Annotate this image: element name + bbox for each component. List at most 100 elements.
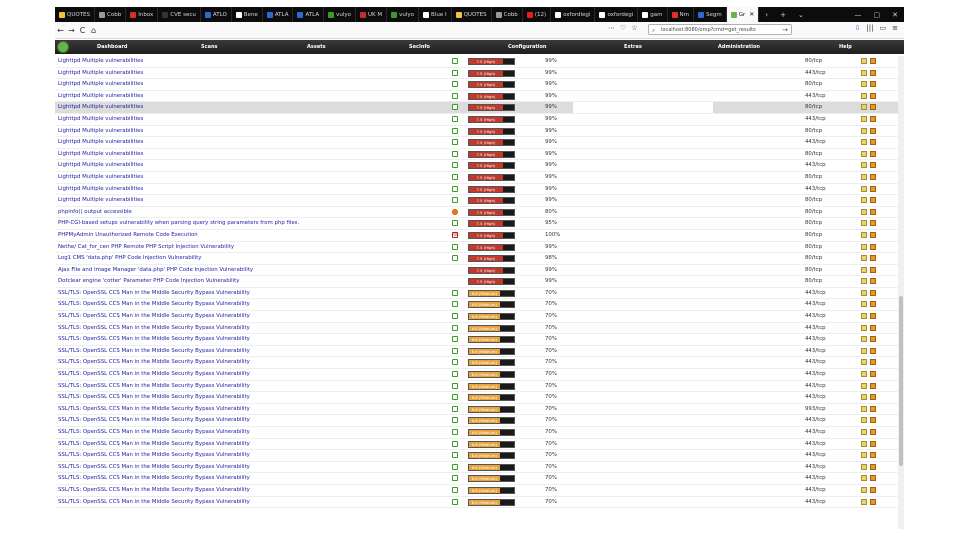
add-override-icon[interactable]: [870, 405, 876, 412]
vulnerability-link[interactable]: SSL/TLS: OpenSSL CCS Man in the Middle S…: [58, 290, 250, 296]
add-note-icon[interactable]: [861, 324, 867, 331]
vertical-scrollbar[interactable]: [898, 56, 904, 529]
browser-tab[interactable]: Cobb: [95, 7, 127, 22]
vulnerability-link[interactable]: Nethe/ Cat_for_cen PHP Remote PHP Script…: [58, 244, 234, 250]
add-note-icon[interactable]: [861, 475, 867, 482]
pocket-icon[interactable]: ♡: [620, 24, 626, 32]
add-note-icon[interactable]: [861, 243, 867, 250]
menu-secinfo[interactable]: SecInfo: [409, 44, 430, 50]
add-note-icon[interactable]: [861, 347, 867, 354]
add-note-icon[interactable]: [861, 452, 867, 459]
browser-tab[interactable]: QUOTES: [55, 7, 96, 22]
vulnerability-link[interactable]: Lighttpd Multiple vulnerabilities: [58, 186, 143, 192]
browser-tab[interactable]: Inbox: [126, 7, 159, 22]
url-text[interactable]: localhost:8080/omp?cmd=get_results: [661, 27, 756, 33]
vulnerability-link[interactable]: Lighttpd Multiple vulnerabilities: [58, 58, 143, 64]
add-note-icon[interactable]: [861, 394, 867, 401]
vulnerability-link[interactable]: SSL/TLS: OpenSSL CCS Man in the Middle S…: [58, 301, 250, 307]
vulnerability-link[interactable]: SSL/TLS: OpenSSL CCS Man in the Middle S…: [58, 441, 250, 447]
add-override-icon[interactable]: [870, 173, 876, 180]
vulnerability-link[interactable]: SSL/TLS: OpenSSL CCS Man in the Middle S…: [58, 394, 250, 400]
add-note-icon[interactable]: [861, 208, 867, 215]
add-override-icon[interactable]: [870, 243, 876, 250]
add-override-icon[interactable]: [870, 440, 876, 447]
add-override-icon[interactable]: [870, 69, 876, 76]
add-note-icon[interactable]: [861, 139, 867, 146]
go-arrow-icon[interactable]: →: [782, 26, 788, 34]
add-override-icon[interactable]: [870, 486, 876, 493]
add-note-icon[interactable]: [861, 278, 867, 285]
add-override-icon[interactable]: [870, 347, 876, 354]
sidebar-icon[interactable]: ▭: [880, 24, 887, 32]
add-override-icon[interactable]: [870, 278, 876, 285]
add-override-icon[interactable]: [870, 266, 876, 273]
add-override-icon[interactable]: [870, 197, 876, 204]
maximize-button[interactable]: ▢: [868, 11, 887, 19]
menu-administration[interactable]: Administration: [718, 44, 760, 50]
browser-tab[interactable]: CVE secu: [158, 7, 201, 22]
vulnerability-link[interactable]: SSL/TLS: OpenSSL CCS Man in the Middle S…: [58, 464, 250, 470]
app-logo-icon[interactable]: [57, 41, 69, 53]
menu-extras[interactable]: Extras: [624, 44, 642, 50]
add-note-icon[interactable]: [861, 266, 867, 273]
add-override-icon[interactable]: [870, 371, 876, 378]
tab-scroll-icon[interactable]: ›: [759, 11, 774, 19]
vulnerability-link[interactable]: SSL/TLS: OpenSSL CCS Man in the Middle S…: [58, 429, 250, 435]
add-override-icon[interactable]: [870, 463, 876, 470]
browser-tab[interactable]: Cobb: [492, 7, 523, 22]
home-button[interactable]: ⌂: [88, 26, 99, 35]
reload-button[interactable]: C: [77, 26, 88, 35]
add-override-icon[interactable]: [870, 162, 876, 169]
browser-tab[interactable]: vulyo: [324, 7, 357, 22]
add-note-icon[interactable]: [861, 440, 867, 447]
add-override-icon[interactable]: [870, 313, 876, 320]
add-override-icon[interactable]: [870, 139, 876, 146]
vulnerability-link[interactable]: SSL/TLS: OpenSSL CCS Man in the Middle S…: [58, 475, 250, 481]
add-override-icon[interactable]: [870, 220, 876, 227]
vulnerability-link[interactable]: Lighttpd Multiple vulnerabilities: [58, 151, 143, 157]
add-override-icon[interactable]: [870, 81, 876, 88]
forward-button[interactable]: →: [66, 26, 77, 35]
menu-scans[interactable]: Scans: [201, 44, 217, 50]
add-note-icon[interactable]: [861, 486, 867, 493]
add-note-icon[interactable]: [861, 289, 867, 296]
menu-dashboard[interactable]: Dashboard: [97, 44, 128, 50]
browser-tab[interactable]: UK M: [356, 7, 388, 22]
add-override-icon[interactable]: [870, 301, 876, 308]
add-override-icon[interactable]: [870, 231, 876, 238]
browser-tab[interactable]: QUOTES: [452, 7, 492, 22]
vulnerability-link[interactable]: Lighttpd Multiple vulnerabilities: [58, 128, 143, 134]
vulnerability-link[interactable]: Lighttpd Multiple vulnerabilities: [58, 81, 143, 87]
vulnerability-link[interactable]: Lighttpd Multiple vulnerabilities: [58, 116, 143, 122]
add-override-icon[interactable]: [870, 127, 876, 134]
add-override-icon[interactable]: [870, 324, 876, 331]
add-override-icon[interactable]: [870, 58, 876, 64]
browser-tab[interactable]: ATLO: [201, 7, 232, 22]
vulnerability-link[interactable]: SSL/TLS: OpenSSL CCS Man in the Middle S…: [58, 487, 250, 493]
vulnerability-link[interactable]: SSL/TLS: OpenSSL CCS Man in the Middle S…: [58, 499, 250, 505]
menu-help[interactable]: Help: [839, 44, 852, 50]
vulnerability-link[interactable]: Lighttpd Multiple vulnerabilities: [58, 70, 143, 76]
add-note-icon[interactable]: [861, 173, 867, 180]
browser-tab[interactable]: Blue I: [419, 7, 452, 22]
add-note-icon[interactable]: [861, 382, 867, 389]
add-note-icon[interactable]: [861, 197, 867, 204]
vulnerability-link[interactable]: Ajax File and Image Manager 'data.php' P…: [58, 267, 253, 273]
add-note-icon[interactable]: [861, 336, 867, 343]
add-override-icon[interactable]: [870, 92, 876, 99]
vulnerability-link[interactable]: SSL/TLS: OpenSSL CCS Man in the Middle S…: [58, 406, 250, 412]
browser-tab[interactable]: Bene: [232, 7, 263, 22]
add-note-icon[interactable]: [861, 371, 867, 378]
add-note-icon[interactable]: [861, 220, 867, 227]
menu-configuration[interactable]: Configuration: [508, 44, 546, 50]
vulnerability-link[interactable]: SSL/TLS: OpenSSL CCS Man in the Middle S…: [58, 452, 250, 458]
add-note-icon[interactable]: [861, 81, 867, 88]
add-note-icon[interactable]: [861, 69, 867, 76]
browser-tab[interactable]: Nm: [668, 7, 694, 22]
add-override-icon[interactable]: [870, 289, 876, 296]
add-override-icon[interactable]: [870, 336, 876, 343]
library-icon[interactable]: |||: [866, 24, 873, 32]
download-icon[interactable]: ⇩: [855, 24, 861, 32]
vulnerability-link[interactable]: SSL/TLS: OpenSSL CCS Man in the Middle S…: [58, 348, 250, 354]
browser-tab[interactable]: ATLA: [263, 7, 294, 22]
